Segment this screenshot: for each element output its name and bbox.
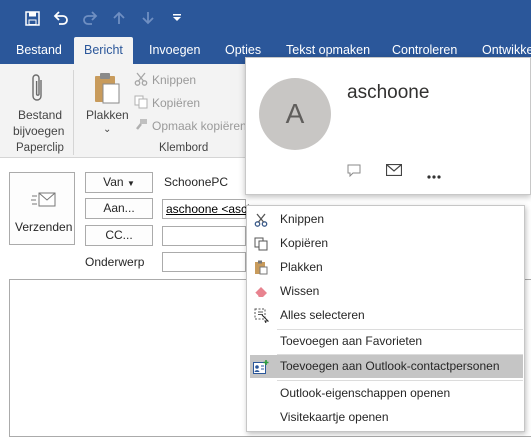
subject-field[interactable] [162, 252, 246, 272]
subject-label: Onderwerp [85, 255, 145, 269]
chevron-down-icon[interactable]: ⌄ [103, 124, 111, 135]
undo-icon[interactable] [50, 7, 72, 29]
attach-label-line1[interactable]: Bestand [18, 108, 62, 122]
recipient-chip[interactable]: aschoone <asch [166, 202, 254, 216]
copy-icon [134, 95, 148, 112]
save-icon[interactable] [21, 7, 43, 29]
menu-item-label: Kopiëren [280, 236, 329, 250]
copy-icon [252, 235, 270, 252]
format-copy-button: Opmaak kopiëren [152, 119, 247, 133]
more-options-icon[interactable] [427, 168, 441, 182]
avatar-initial: A [285, 98, 305, 129]
menu-item-label: Wissen [280, 284, 320, 298]
menu-item-select-all[interactable]: Alles selecteren [250, 304, 523, 327]
tab-invoegen[interactable]: Invoegen [149, 37, 200, 64]
tab-bestand[interactable]: Bestand [16, 37, 62, 64]
menu-item-delete[interactable]: Wissen [250, 280, 523, 303]
to-label: Aan... [103, 201, 135, 215]
menu-item-label: Outlook-eigenschappen openen [280, 386, 451, 400]
menu-item-label: Plakken [280, 260, 323, 274]
context-menu: Knippen Kopiëren Plakken Wissen Alles se… [246, 205, 525, 432]
to-field[interactable]: aschoone <asch [162, 199, 254, 219]
send-label: Verzenden [15, 220, 73, 234]
menu-item-add-contacts[interactable]: Toevoegen aan Outlook-contactpersonen [250, 355, 523, 378]
tab-bericht[interactable]: Bericht [74, 37, 133, 64]
customize-qat-icon[interactable] [166, 7, 188, 29]
cc-button[interactable]: CC... [85, 225, 153, 246]
cc-field[interactable] [162, 226, 246, 246]
avatar: A [259, 78, 331, 150]
from-value: SchoonePC [164, 175, 229, 189]
menu-item-paste[interactable]: Plakken [250, 256, 523, 279]
menu-item-outlook-properties[interactable]: Outlook-eigenschappen openen [250, 382, 523, 405]
send-button[interactable]: Verzenden [9, 172, 75, 245]
clipboard-icon [252, 259, 270, 276]
from-button[interactable]: Van ▼ [85, 172, 153, 193]
menu-item-copy[interactable]: Kopiëren [250, 232, 523, 255]
redo-icon [79, 7, 101, 29]
menu-item-label: Knippen [280, 212, 325, 226]
copy-button: Kopiëren [152, 96, 201, 110]
scissors-icon [252, 211, 270, 228]
format-painter-icon [134, 118, 148, 135]
menu-separator [277, 380, 523, 381]
title-bar [0, 0, 531, 37]
select-all-icon [252, 307, 270, 324]
menu-item-label: Toevoegen aan Favorieten [280, 334, 423, 348]
scissors-icon [134, 72, 148, 89]
menu-item-open-card[interactable]: Visitekaartje openen [250, 406, 523, 429]
eraser-icon [252, 283, 270, 300]
menu-item-label: Toevoegen aan Outlook-contactpersonen [280, 359, 500, 373]
menu-item-label: Alles selecteren [280, 308, 365, 322]
ribbon-separator [73, 70, 74, 155]
menu-item-cut[interactable]: Knippen [250, 208, 523, 231]
contact-card: A aschoone [245, 57, 531, 195]
paperclip-icon[interactable] [30, 72, 46, 107]
clipboard-paste-icon[interactable] [94, 72, 120, 107]
menu-item-add-favorites[interactable]: Toevoegen aan Favorieten [250, 330, 523, 353]
arrow-up-icon [108, 7, 130, 29]
add-contact-icon [252, 358, 270, 375]
caret-down-icon: ▼ [126, 179, 135, 188]
cc-label: CC... [105, 228, 133, 242]
contact-name: aschoone [347, 82, 430, 103]
envelope-send-icon [31, 191, 57, 212]
menu-item-label: Visitekaartje openen [280, 410, 389, 424]
chat-icon[interactable] [347, 164, 361, 180]
group-label-paperclip: Paperclip [16, 142, 64, 154]
mail-icon[interactable] [385, 163, 403, 179]
cut-button: Knippen [152, 73, 197, 87]
group-label-clipboard: Klembord [159, 142, 209, 154]
paste-label[interactable]: Plakken [86, 108, 129, 122]
to-button[interactable]: Aan... [85, 198, 153, 219]
arrow-down-icon [137, 7, 159, 29]
from-label: Van [103, 175, 124, 189]
attach-label-line2[interactable]: bijvoegen [13, 124, 64, 138]
